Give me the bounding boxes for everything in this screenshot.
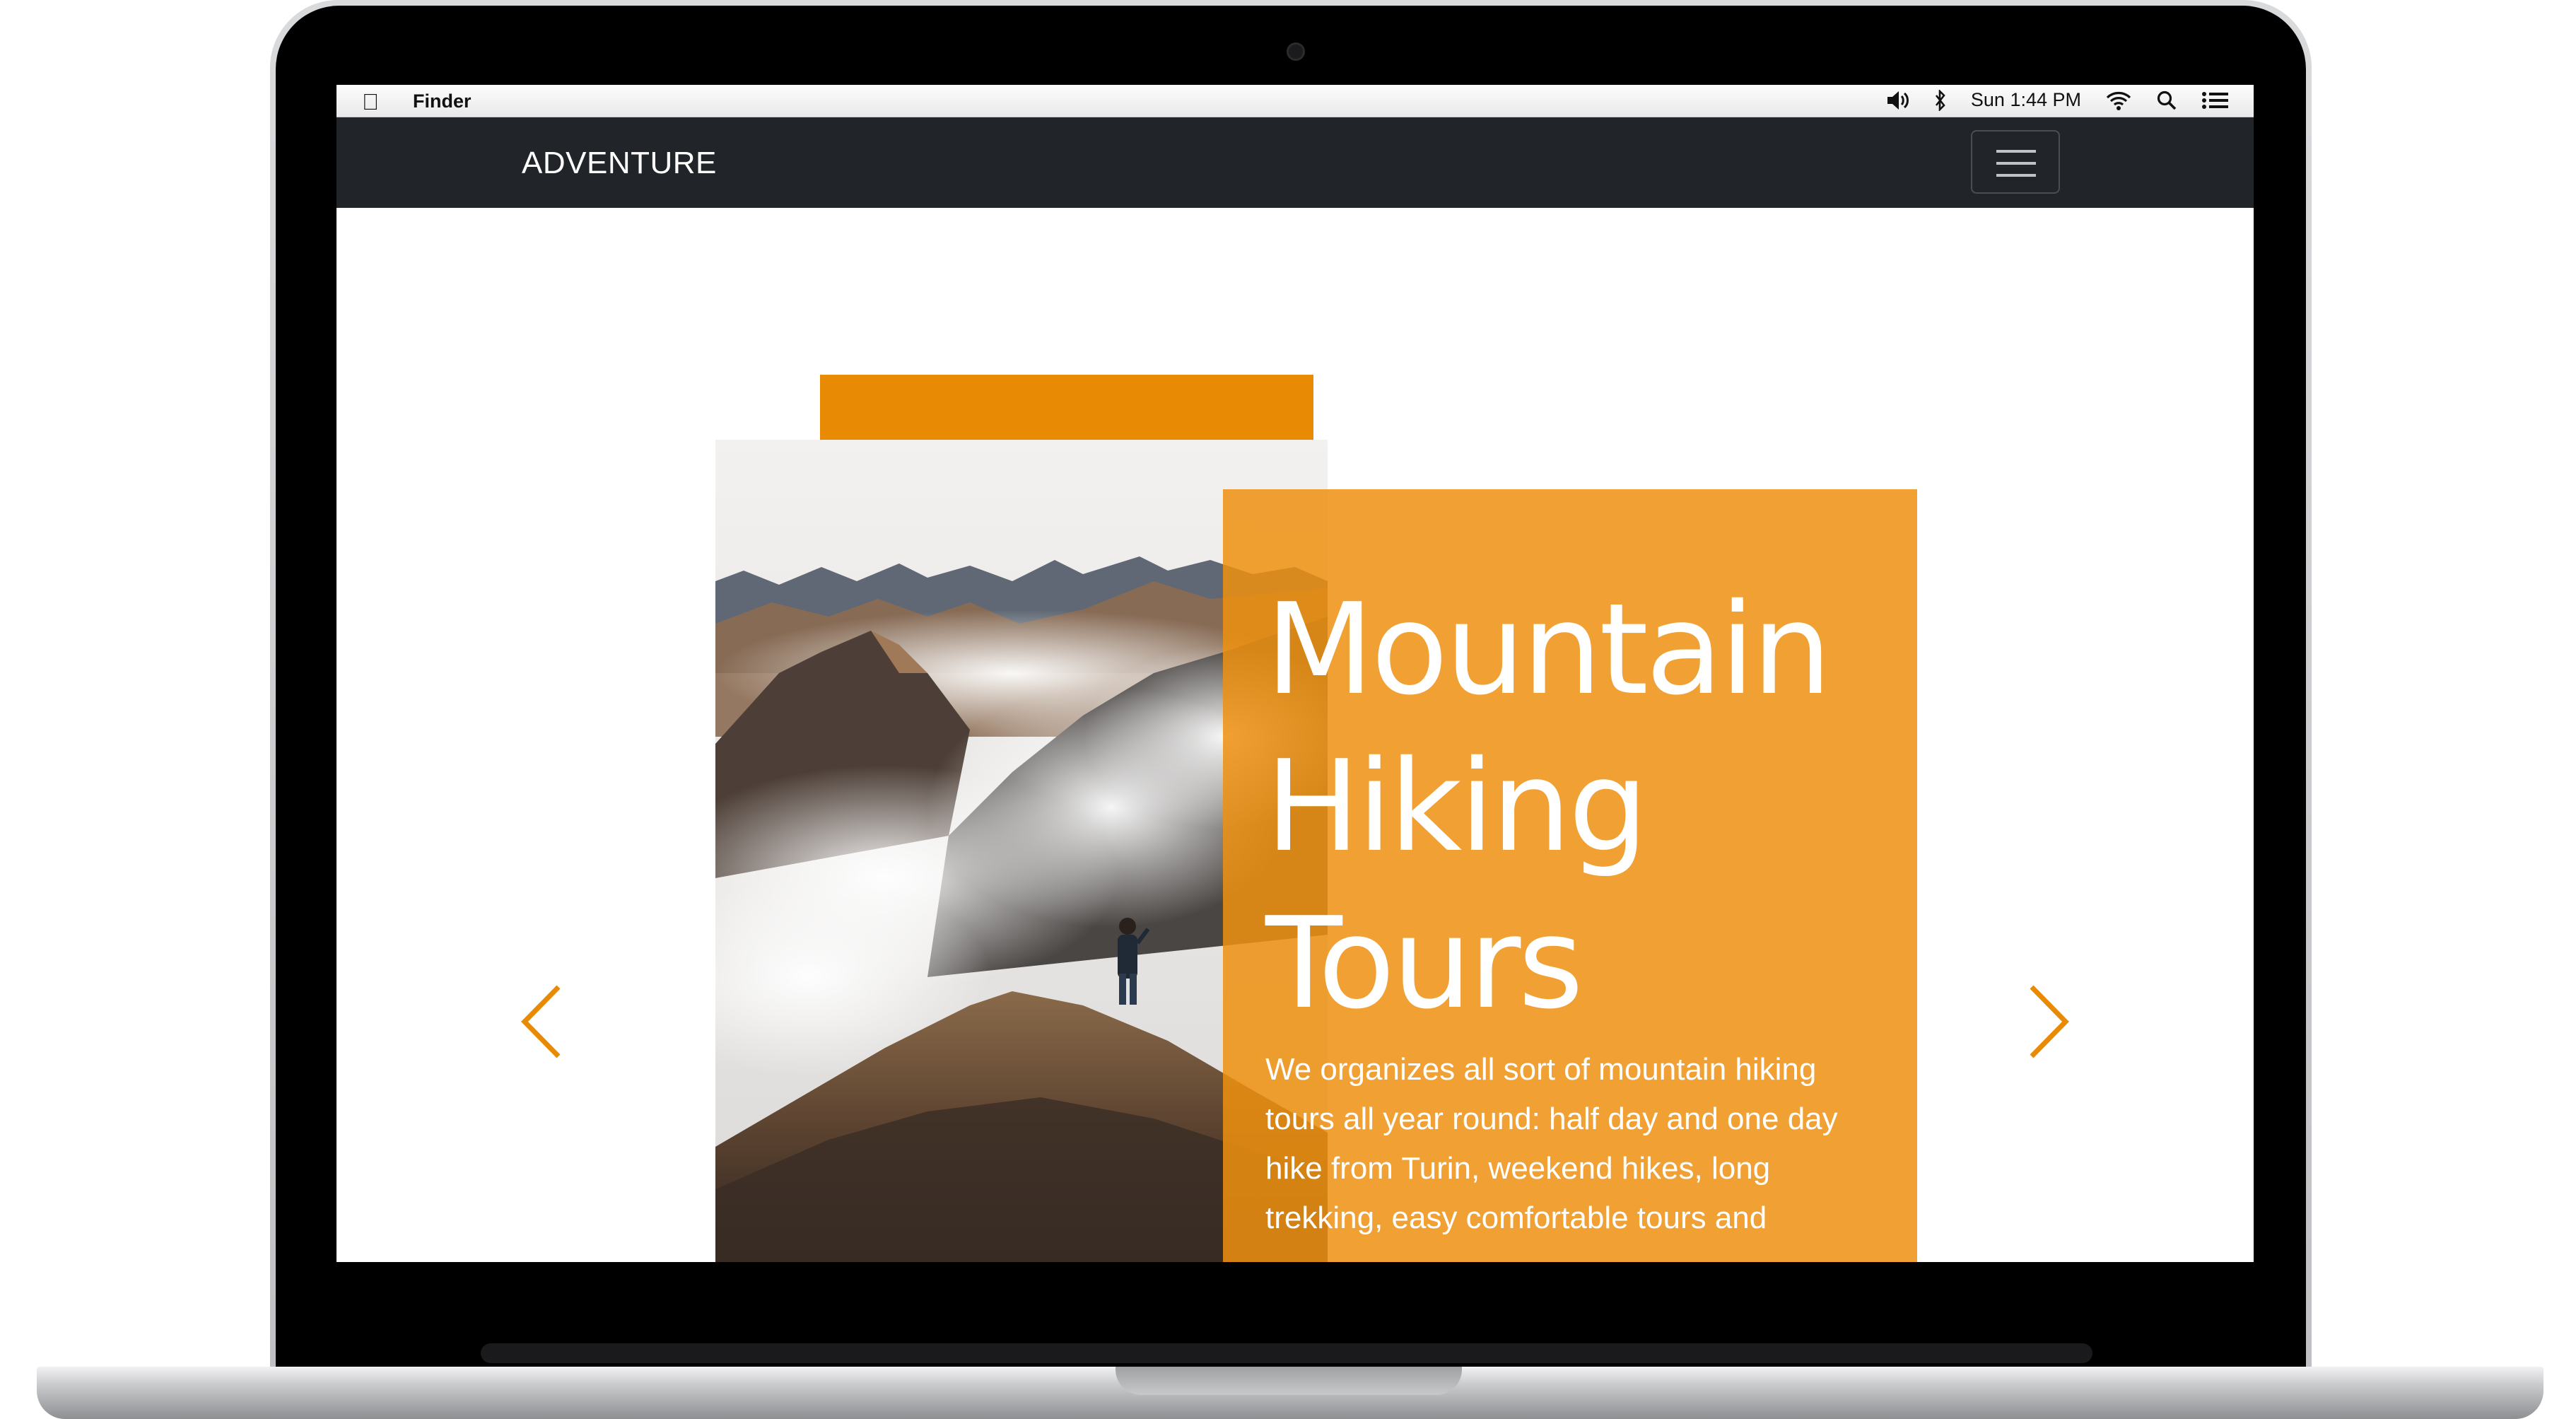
brand-logo[interactable]: ADVENTURE [522, 146, 717, 181]
spotlight-search-icon[interactable] [2156, 90, 2177, 111]
volume-icon[interactable] [1886, 90, 1910, 111]
site-navbar: ADVENTURE [336, 117, 2254, 208]
laptop-screen:  Finder Sun 1:44 PM [336, 85, 2254, 1262]
hero-title-line: Mountain [1265, 576, 1832, 723]
apple-icon[interactable]:  [362, 89, 379, 115]
menubar-status-area: Sun 1:44 PM [1886, 89, 2230, 111]
accent-bar [820, 375, 1313, 440]
hamburger-line [1996, 174, 2036, 177]
hero-carousel: Mountain Hiking Tours We organizes all s… [336, 208, 2254, 1262]
hamburger-line [1996, 162, 2036, 165]
hero-title-line: Tours [1265, 890, 1583, 1036]
laptop-hinge [481, 1343, 2092, 1363]
menubar-app-name[interactable]: Finder [413, 90, 472, 112]
navbar-toggler-button[interactable] [1971, 130, 2060, 194]
mac-menubar:  Finder Sun 1:44 PM [336, 85, 2254, 117]
chevron-right-icon[interactable] [2025, 983, 2074, 1061]
wifi-icon[interactable] [2105, 90, 2132, 111]
notification-list-icon[interactable] [2201, 90, 2230, 110]
bluetooth-icon[interactable] [1934, 89, 1947, 111]
hero-title-line: Hiking [1265, 733, 1649, 880]
chevron-left-icon[interactable] [516, 983, 566, 1061]
hamburger-menu-icon [1996, 150, 2036, 153]
menubar-clock[interactable]: Sun 1:44 PM [1971, 89, 2081, 111]
hero-text-panel: Mountain Hiking Tours We organizes all s… [1223, 489, 1917, 1262]
laptop-opening-notch [1116, 1367, 1462, 1395]
camera-icon [1287, 42, 1305, 61]
hero-title: Mountain Hiking Tours [1265, 571, 1832, 1042]
hero-description: We organizes all sort of mountain hiking… [1265, 1052, 1838, 1235]
